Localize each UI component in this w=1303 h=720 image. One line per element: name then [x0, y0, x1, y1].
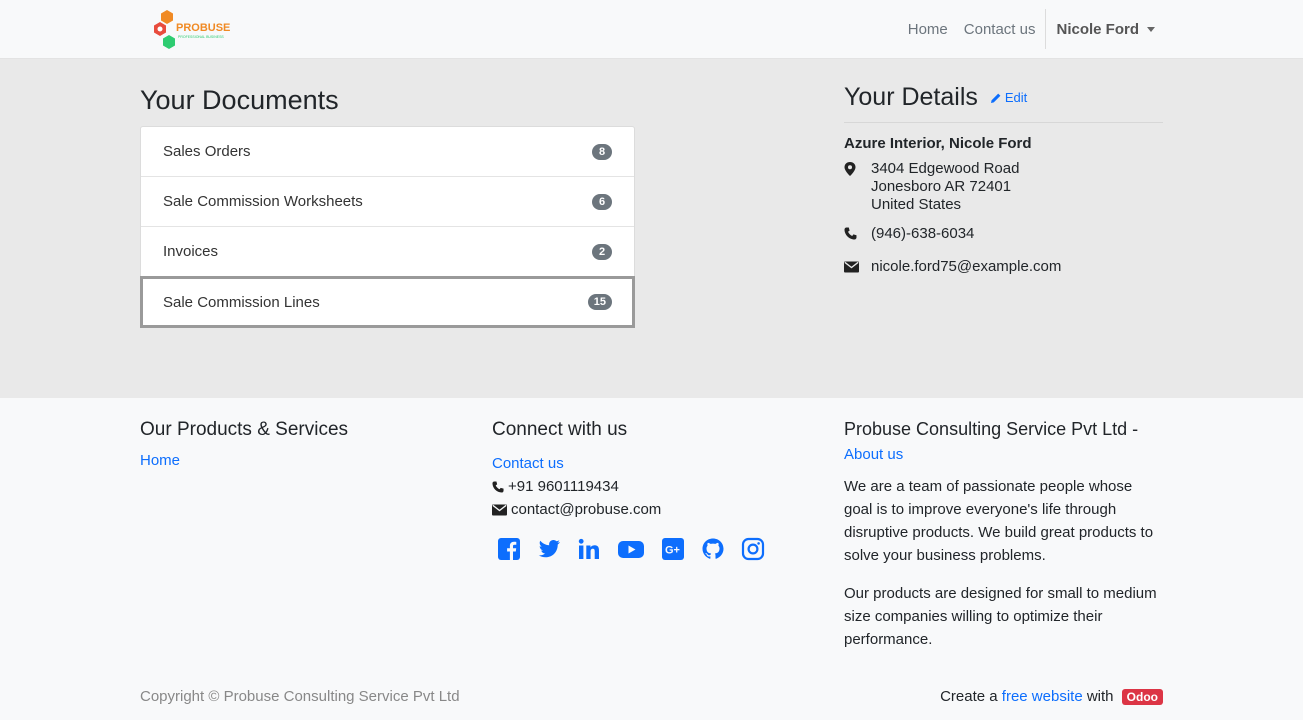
about-company: Probuse Consulting Service Pvt Ltd [844, 419, 1128, 439]
address-block: 3404 Edgewood Road Jonesboro AR 72401 Un… [871, 160, 1019, 214]
nav-divider [1045, 9, 1047, 49]
portal-main: Your Documents Sales Orders 8 Sale Commi… [0, 59, 1303, 398]
doc-item-invoices[interactable]: Invoices 2 [141, 227, 634, 277]
footer-email-row: contact@probuse.com [492, 498, 661, 521]
svg-text:G+: G+ [665, 545, 680, 557]
count-badge: 15 [587, 294, 612, 310]
doc-item-sales-orders[interactable]: Sales Orders 8 [141, 127, 634, 177]
instagram-icon[interactable] [741, 537, 765, 561]
envelope-icon [492, 504, 507, 515]
about-title: Probuse Consulting Service Pvt Ltd - Abo… [844, 417, 1163, 467]
free-website-link[interactable]: free website [1002, 688, 1083, 705]
footer: Our Products & Services Home Connect wit… [0, 398, 1303, 720]
twitter-icon[interactable] [537, 537, 561, 561]
google-plus-icon[interactable]: G+ [661, 537, 685, 561]
social-links: G+ [497, 537, 781, 561]
address-row: 3404 Edgewood Road Jonesboro AR 72401 Un… [844, 160, 1163, 214]
address-line: Jonesboro AR 72401 [871, 178, 1012, 195]
created-prefix: Create a [940, 688, 1002, 705]
phone-row: (946)-638-6034 [844, 225, 1163, 245]
nav-home-link[interactable]: Home [900, 21, 956, 38]
email-address: nicole.ford75@example.com [871, 258, 1062, 275]
doc-item-label: Invoices [163, 243, 219, 260]
phone-icon [492, 480, 504, 493]
documents-list: Sales Orders 8 Sale Commission Worksheet… [140, 126, 635, 328]
doc-item-label: Sale Commission Lines [163, 293, 320, 311]
address-line: United States [871, 196, 962, 213]
facebook-icon[interactable] [497, 537, 521, 561]
footer-contact-link[interactable]: Contact us [492, 455, 564, 472]
youtube-icon[interactable] [617, 537, 645, 561]
footer-home-link[interactable]: Home [140, 452, 180, 469]
products-title: Our Products & Services [140, 419, 349, 440]
pencil-icon [990, 93, 1001, 103]
doc-item-label: Sale Commission Worksheets [163, 193, 363, 210]
documents-title: Your Documents [140, 85, 339, 115]
count-badge: 2 [592, 243, 612, 260]
connect-block: Contact us +91 9601119434 contact@probus… [492, 452, 661, 521]
probuse-logo[interactable]: PROBUSE PROFESSIONAL BUSINESS [152, 9, 232, 49]
caret-down-icon [1147, 26, 1155, 32]
phone-number: (946)-638-6034 [871, 225, 975, 242]
github-icon[interactable] [701, 537, 725, 561]
navbar: PROBUSE PROFESSIONAL BUSINESS Home Conta… [0, 0, 1303, 59]
your-details-panel: Your Details Edit Azure Interior, Nicole… [844, 83, 1163, 278]
created-mid: with [1082, 688, 1118, 705]
about-us-link[interactable]: About us [844, 446, 903, 463]
email-row: nicole.ford75@example.com [844, 258, 1163, 278]
nav-links: Home Contact us Nicole Ford [900, 9, 1163, 49]
connect-title: Connect with us [492, 419, 628, 440]
linkedin-icon[interactable] [577, 537, 601, 561]
nav-contact-link[interactable]: Contact us [956, 21, 1044, 38]
user-name: Nicole Ford [1056, 20, 1139, 38]
phone-icon [844, 225, 871, 245]
doc-item-commission-lines[interactable]: Sale Commission Lines 15 [140, 276, 635, 328]
copyright-text: Copyright © Probuse Consulting Service P… [140, 688, 460, 705]
doc-item-commission-worksheets[interactable]: Sale Commission Worksheets 6 [141, 177, 634, 227]
count-badge: 8 [592, 143, 612, 160]
doc-item-label: Sales Orders [163, 143, 251, 160]
about-block: Probuse Consulting Service Pvt Ltd - Abo… [844, 417, 1163, 651]
map-marker-icon [844, 160, 871, 214]
address-line: 3404 Edgewood Road [871, 160, 1020, 177]
about-separator: - [1127, 419, 1139, 439]
edit-label: Edit [1004, 90, 1028, 105]
footer-email: contact@probuse.com [511, 501, 662, 518]
brand-name: PROBUSE [176, 22, 230, 34]
brand-tagline: PROFESSIONAL BUSINESS [178, 35, 224, 39]
powered-by: Create a free website with Odoo [940, 688, 1163, 705]
details-title: Your Details [844, 83, 978, 111]
footer-phone: +91 9601119434 [508, 478, 619, 495]
footer-phone-row: +91 9601119434 [492, 475, 661, 498]
details-header: Your Details Edit [844, 83, 1163, 123]
about-paragraph-2: Our products are designed for small to m… [844, 585, 1157, 648]
envelope-icon [844, 258, 871, 278]
odoo-logo[interactable]: Odoo [1121, 688, 1163, 705]
count-badge: 6 [592, 193, 612, 210]
company-name: Azure Interior, Nicole Ford [844, 135, 1032, 152]
edit-details-link[interactable]: Edit [990, 90, 1027, 105]
about-paragraph-1: We are a team of passionate people whose… [844, 478, 1154, 564]
user-menu-dropdown[interactable]: Nicole Ford [1048, 21, 1163, 38]
